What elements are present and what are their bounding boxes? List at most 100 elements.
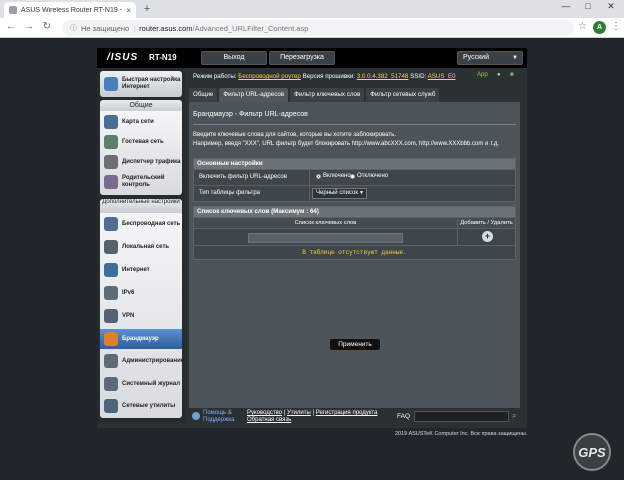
- help-support-link[interactable]: Помощь & Поддержка: [203, 410, 243, 424]
- tab-general[interactable]: Общие: [189, 88, 218, 102]
- url-filter-panel: Брандмауэр - Фильтр URL-адресов Введите …: [189, 102, 520, 414]
- url-input[interactable]: ⓘ Не защищено | router.asus.com /Advance…: [62, 20, 574, 36]
- ssid-value-link[interactable]: ASUS_E0: [428, 73, 456, 80]
- utilities-link[interactable]: Утилиты: [287, 410, 311, 416]
- app-label: App: [477, 72, 488, 78]
- firmware-value-link[interactable]: 3.0.0.4.382_51748: [357, 73, 409, 80]
- back-button[interactable]: ←: [4, 21, 18, 32]
- disabled-radio[interactable]: Отключено: [350, 173, 388, 179]
- page-title: Брандмауэр - Фильтр URL-адресов: [193, 111, 308, 118]
- nav-wireless[interactable]: Беспроводная сеть: [100, 214, 182, 234]
- nav-internet[interactable]: Интернет: [100, 260, 182, 280]
- nav-network-map[interactable]: Карта сети: [100, 112, 182, 132]
- feedback-link[interactable]: Обратная связь: [247, 417, 291, 423]
- parental-control-icon: [104, 175, 118, 189]
- tab-url-filter[interactable]: Фильтр URL-адресов: [219, 88, 289, 102]
- general-section: Карта сети Гостевая сеть Диспетчер трафи…: [100, 111, 182, 195]
- nav-firewall[interactable]: Брандмауэр: [100, 329, 182, 349]
- copyright: 2019 ASUSTeK Computer Inc. Все права защ…: [395, 431, 528, 437]
- help-icon: [192, 412, 200, 420]
- general-header: Общие: [100, 100, 182, 111]
- nav-label: Сетевые утилиты: [122, 402, 176, 409]
- nav-vpn[interactable]: VPN: [100, 306, 182, 326]
- guest-network-icon: [104, 135, 118, 149]
- status-line: Режим работы: Беспроводной роутер Версия…: [193, 73, 456, 80]
- network-tools-icon: [104, 399, 118, 413]
- keyword-input-row: +: [194, 228, 515, 245]
- lan-icon: [104, 240, 118, 254]
- keyword-list-header: Список ключевых слов (Максимум : 64): [194, 207, 515, 217]
- nav-label: Родительский контроль: [122, 175, 165, 188]
- nav-label: Диспетчер трафика: [122, 158, 181, 165]
- nav-traffic-manager[interactable]: Диспетчер трафика: [100, 152, 182, 172]
- mode-value-link[interactable]: Беспроводной роутер: [238, 73, 301, 80]
- keyword-input[interactable]: [248, 233, 403, 243]
- maximize-button[interactable]: □: [578, 1, 598, 11]
- manual-link[interactable]: Руководство: [247, 410, 282, 416]
- mode-label: Режим работы:: [193, 73, 237, 80]
- filter-table-type-value: Черный список: [316, 190, 358, 196]
- nav-parental-control[interactable]: Родительский контроль: [100, 172, 182, 192]
- profile-avatar[interactable]: A: [593, 21, 606, 34]
- user-icon[interactable]: ●: [497, 72, 501, 78]
- reload-button[interactable]: ↻: [40, 21, 54, 32]
- enabled-radio[interactable]: Включено: [316, 173, 351, 179]
- registration-link[interactable]: Регистрация продукта: [316, 410, 378, 416]
- tab-network-services-filter[interactable]: Фильтр сетевых служб: [366, 88, 440, 102]
- nav-label: Локальная сеть: [122, 243, 170, 250]
- nav-system-log[interactable]: Системный журнал: [100, 374, 182, 394]
- new-tab-button[interactable]: +: [141, 3, 153, 15]
- enabled-label: Включено: [323, 173, 351, 179]
- faq-search-input[interactable]: [414, 411, 509, 422]
- add-icon[interactable]: +: [482, 231, 493, 242]
- app-icon[interactable]: App: [477, 72, 488, 78]
- network-map-icon: [104, 115, 118, 129]
- row-divider: [309, 170, 310, 185]
- quick-setup-label: Быстрая настройка Интернет: [122, 77, 181, 90]
- footer-links: Руководство | Утилиты | Регистрация прод…: [247, 410, 378, 423]
- quick-setup-button[interactable]: Быстрая настройка Интернет: [100, 71, 182, 97]
- firewall-icon: [104, 332, 118, 346]
- keyword-table-header: Список ключевых слов Добавить / Удалить: [194, 217, 515, 229]
- router-top-bar: /ISUS RT-N19 Выход Перезагрузка Русский …: [97, 48, 527, 68]
- tab-keyword-filter[interactable]: Фильтр ключевых слов: [290, 88, 365, 102]
- nav-label: IPv6: [122, 289, 135, 296]
- watermark-logo-icon: GPS: [573, 433, 611, 471]
- asus-logo: /ISUS: [107, 52, 139, 63]
- reboot-button[interactable]: Перезагрузка: [269, 51, 335, 65]
- separator: |: [133, 23, 136, 33]
- forward-button[interactable]: →: [22, 21, 36, 32]
- search-icon[interactable]: ⌕: [512, 411, 516, 421]
- close-window-button[interactable]: ✕: [601, 1, 621, 12]
- apply-button[interactable]: Применить: [329, 338, 381, 351]
- info-icon[interactable]: ⓘ: [70, 23, 77, 33]
- bookmark-star-icon[interactable]: ☆: [578, 21, 587, 32]
- tab-close-icon[interactable]: ×: [126, 6, 131, 15]
- language-value: Русский: [463, 54, 489, 61]
- description-line: Введите ключевые слова для сайтов, котор…: [193, 132, 396, 138]
- favicon-icon: [9, 6, 17, 14]
- filter-table-type-select[interactable]: Черный список ▼: [312, 188, 367, 199]
- browser-tab[interactable]: ASUS Wireless Router RT-N19 - ×: [4, 2, 136, 18]
- minimize-button[interactable]: —: [556, 1, 576, 11]
- network-status-icon[interactable]: ■: [510, 72, 514, 78]
- nav-label: Гостевая сеть: [122, 138, 164, 145]
- nav-administration[interactable]: Администрирование: [100, 350, 184, 372]
- language-select[interactable]: Русский ▼: [457, 51, 523, 65]
- description-line: Например, введя "XXX", URL фильтр будет …: [193, 141, 499, 147]
- logout-button[interactable]: Выход: [201, 51, 267, 65]
- nav-label: Карта сети: [122, 118, 154, 125]
- nav-label: Системный журнал: [122, 380, 181, 387]
- nav-lan[interactable]: Локальная сеть: [100, 237, 182, 257]
- chevron-down-icon: ▼: [359, 190, 364, 196]
- subtabs: Общие Фильтр URL-адресов Фильтр ключевых…: [189, 88, 441, 102]
- advanced-header: Дополнительные настройки: [100, 199, 182, 213]
- add-cell: +: [457, 229, 515, 245]
- browser-tab-bar: ASUS Wireless Router RT-N19 - × + — □ ✕: [0, 0, 624, 18]
- browser-menu-icon[interactable]: ⋮: [611, 21, 621, 32]
- nav-network-tools[interactable]: Сетевые утилиты: [100, 396, 182, 416]
- nav-guest-network[interactable]: Гостевая сеть: [100, 132, 182, 152]
- empty-table-message: В таблице отсутствуют данные.: [194, 245, 515, 259]
- nav-label: VPN: [122, 312, 135, 319]
- nav-ipv6[interactable]: IPv6: [100, 283, 182, 303]
